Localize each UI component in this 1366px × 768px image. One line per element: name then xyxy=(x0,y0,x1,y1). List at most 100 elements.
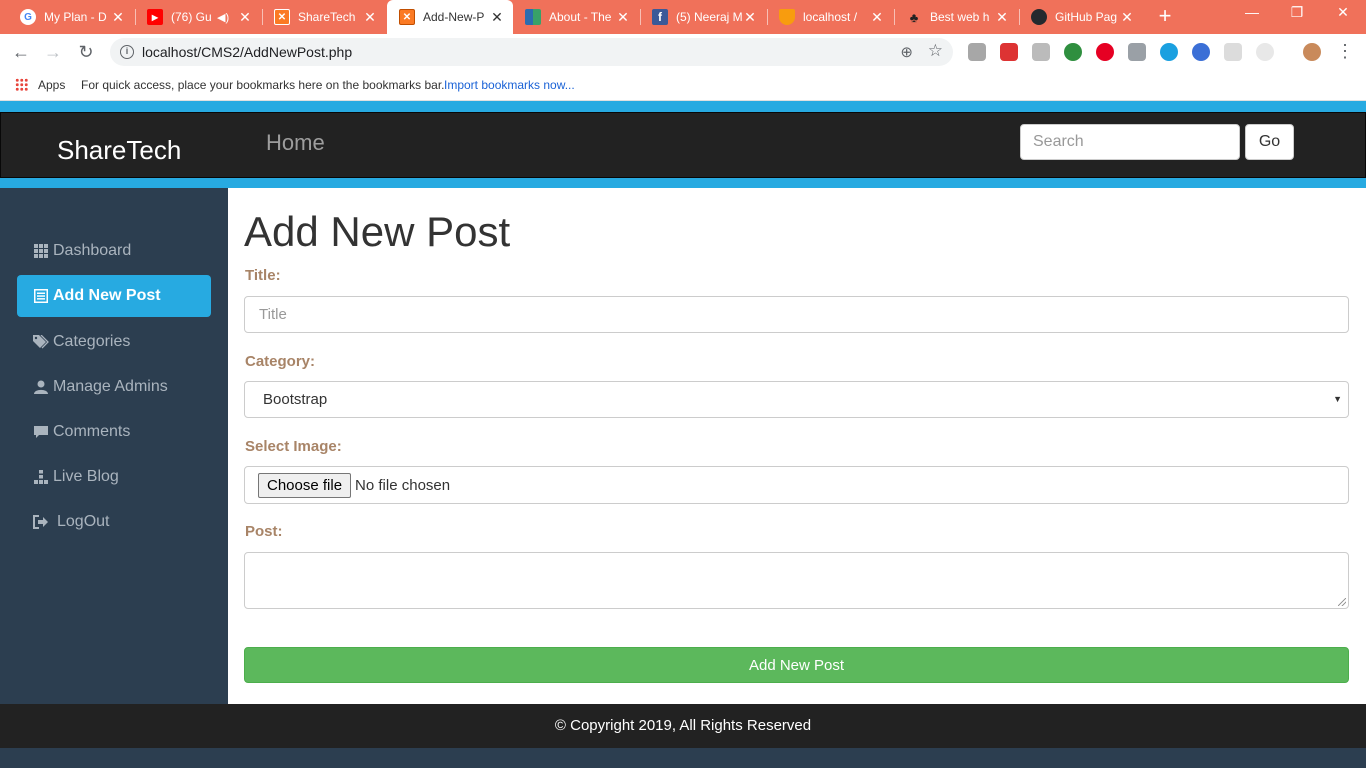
navbar-bottom-accent xyxy=(0,178,1366,188)
sidebar-item-live-blog[interactable]: Live Blog xyxy=(17,456,211,498)
pdf-extension-icon[interactable] xyxy=(968,43,986,61)
xampp-icon: ✕ xyxy=(274,9,290,25)
youtube-icon: ▶ xyxy=(147,9,163,25)
resize-handle-icon[interactable] xyxy=(1338,598,1346,606)
add-new-post-button[interactable]: Add New Post xyxy=(244,647,1349,683)
category-selected-value: Bootstrap xyxy=(263,391,328,408)
browser-tab[interactable]: About - The ✕ xyxy=(513,0,639,34)
browser-tab[interactable]: ▶ (76) Gu ◀) ✕ xyxy=(135,0,261,34)
forward-icon[interactable]: → xyxy=(43,42,63,62)
extension-icon[interactable] xyxy=(1064,43,1082,61)
sidebar-item-label: Comments xyxy=(53,423,131,440)
extension-icon[interactable] xyxy=(1256,43,1274,61)
sidebar-item-categories[interactable]: Categories xyxy=(17,321,211,363)
logout-icon xyxy=(33,514,49,530)
github-icon xyxy=(1031,9,1047,25)
admin-sidebar: Dashboard Add New Post Categories Manage… xyxy=(0,188,228,704)
close-icon[interactable]: ✕ xyxy=(994,9,1010,25)
extension-icon[interactable] xyxy=(1000,43,1018,61)
comment-icon xyxy=(33,424,49,440)
sidebar-item-comments[interactable]: Comments xyxy=(17,411,211,453)
close-icon[interactable]: ✕ xyxy=(362,9,378,25)
browser-tab-strip: G My Plan - D ✕ ▶ (76) Gu ◀) ✕ ✕ ShareTe… xyxy=(0,0,1366,34)
address-bar[interactable]: i localhost/CMS2/AddNewPost.php ⊕ ☆ xyxy=(110,38,953,66)
audio-icon[interactable]: ◀) xyxy=(217,11,229,24)
search-go-button[interactable]: Go xyxy=(1245,124,1294,160)
extension-icon[interactable] xyxy=(1192,43,1210,61)
facebook-icon: f xyxy=(652,9,668,25)
close-icon[interactable]: ✕ xyxy=(110,9,126,25)
tree-icon xyxy=(33,469,49,485)
bookmarks-bar: Apps For quick access, place your bookma… xyxy=(0,70,1366,101)
info-icon[interactable]: i xyxy=(120,45,134,59)
paw-icon: ♣ xyxy=(909,9,919,25)
sidebar-item-label: Manage Admins xyxy=(53,378,168,395)
title-input[interactable] xyxy=(244,296,1349,333)
close-icon[interactable]: ✕ xyxy=(615,9,631,25)
post-textarea[interactable] xyxy=(244,552,1349,609)
dashboard-icon xyxy=(33,243,49,259)
sidebar-item-logout[interactable]: LogOut xyxy=(17,501,211,543)
sidebar-item-label: Add New Post xyxy=(53,287,161,304)
browser-menu-icon[interactable]: ⋮ xyxy=(1336,42,1354,60)
apps-icon[interactable] xyxy=(15,78,28,91)
pinterest-icon[interactable] xyxy=(1096,43,1114,61)
sidebar-item-manage-admins[interactable]: Manage Admins xyxy=(17,366,211,408)
nav-home-link[interactable]: Home xyxy=(266,130,325,156)
browser-tab[interactable]: G My Plan - D ✕ xyxy=(8,0,134,34)
search-input[interactable] xyxy=(1020,124,1240,160)
browser-tab[interactable]: GitHub Pag ✕ xyxy=(1019,0,1143,34)
profile-avatar[interactable] xyxy=(1303,43,1321,61)
reload-icon[interactable]: ↻ xyxy=(76,42,96,62)
xampp-icon: ✕ xyxy=(399,9,415,25)
close-icon[interactable]: ✕ xyxy=(742,9,758,25)
zoom-icon[interactable]: ⊕ xyxy=(900,43,913,61)
extension-icon[interactable] xyxy=(1160,43,1178,61)
close-icon[interactable]: ✕ xyxy=(1119,9,1135,25)
browser-tab[interactable]: ✕ ShareTech ✕ xyxy=(262,0,386,34)
site-navbar: ShareTech Home Go xyxy=(0,112,1366,178)
sidebar-item-label: Categories xyxy=(53,333,131,350)
window-close-icon[interactable]: ✕ xyxy=(1331,4,1355,21)
extension-icon[interactable] xyxy=(1032,43,1050,61)
browser-tab[interactable]: ♣ Best web h ✕ xyxy=(894,0,1018,34)
site-footer: © Copyright 2019, All Rights Reserved xyxy=(0,704,1366,748)
post-label: Post: xyxy=(245,523,283,540)
list-icon xyxy=(33,288,49,304)
phpmyadmin-icon xyxy=(779,9,795,25)
restore-icon[interactable]: ❐ xyxy=(1285,4,1309,21)
file-status-text: No file chosen xyxy=(355,476,451,494)
category-select[interactable]: Bootstrap ▼ xyxy=(244,381,1349,418)
navbar-top-accent xyxy=(0,101,1366,112)
sidebar-item-label: Dashboard xyxy=(53,242,132,259)
back-icon[interactable]: ← xyxy=(11,42,31,62)
extension-icon[interactable] xyxy=(1224,43,1242,61)
import-bookmarks-link[interactable]: Import bookmarks now... xyxy=(444,78,575,92)
choose-file-button[interactable]: Choose file xyxy=(258,472,352,498)
minimize-icon[interactable]: — xyxy=(1240,4,1264,20)
close-icon[interactable]: ✕ xyxy=(869,9,885,25)
close-icon[interactable]: ✕ xyxy=(489,9,505,25)
browser-tab[interactable]: f (5) Neeraj M ✕ xyxy=(640,0,766,34)
extension-icon[interactable] xyxy=(1128,43,1146,61)
tags-icon xyxy=(33,334,49,350)
bookmarks-hint: For quick access, place your bookmarks h… xyxy=(81,78,445,92)
sidebar-item-add-new-post[interactable]: Add New Post xyxy=(17,275,211,317)
chevron-down-icon: ▼ xyxy=(1333,394,1342,404)
apps-link[interactable]: Apps xyxy=(38,78,65,92)
footer-bottom-strip xyxy=(0,748,1366,768)
browser-tab[interactable]: localhost / ✕ xyxy=(767,0,893,34)
main-content: Add New Post Title: Category: Bootstrap … xyxy=(228,188,1366,704)
image-file-input[interactable]: Choose file No file chosen xyxy=(244,466,1349,504)
image-label: Select Image: xyxy=(245,438,342,455)
sidebar-item-label: Live Blog xyxy=(53,468,119,485)
brand-logo[interactable]: ShareTech xyxy=(57,135,181,166)
bookmark-star-icon[interactable]: ☆ xyxy=(928,41,943,61)
browser-tab-active[interactable]: ✕ Add-New-P ✕ xyxy=(387,0,513,34)
new-tab-icon[interactable]: + xyxy=(1155,5,1175,27)
sidebar-item-dashboard[interactable]: Dashboard xyxy=(17,230,211,272)
close-icon[interactable]: ✕ xyxy=(237,9,253,25)
title-label: Title: xyxy=(245,267,281,284)
google-icon: G xyxy=(20,9,36,25)
category-label: Category: xyxy=(245,353,316,370)
